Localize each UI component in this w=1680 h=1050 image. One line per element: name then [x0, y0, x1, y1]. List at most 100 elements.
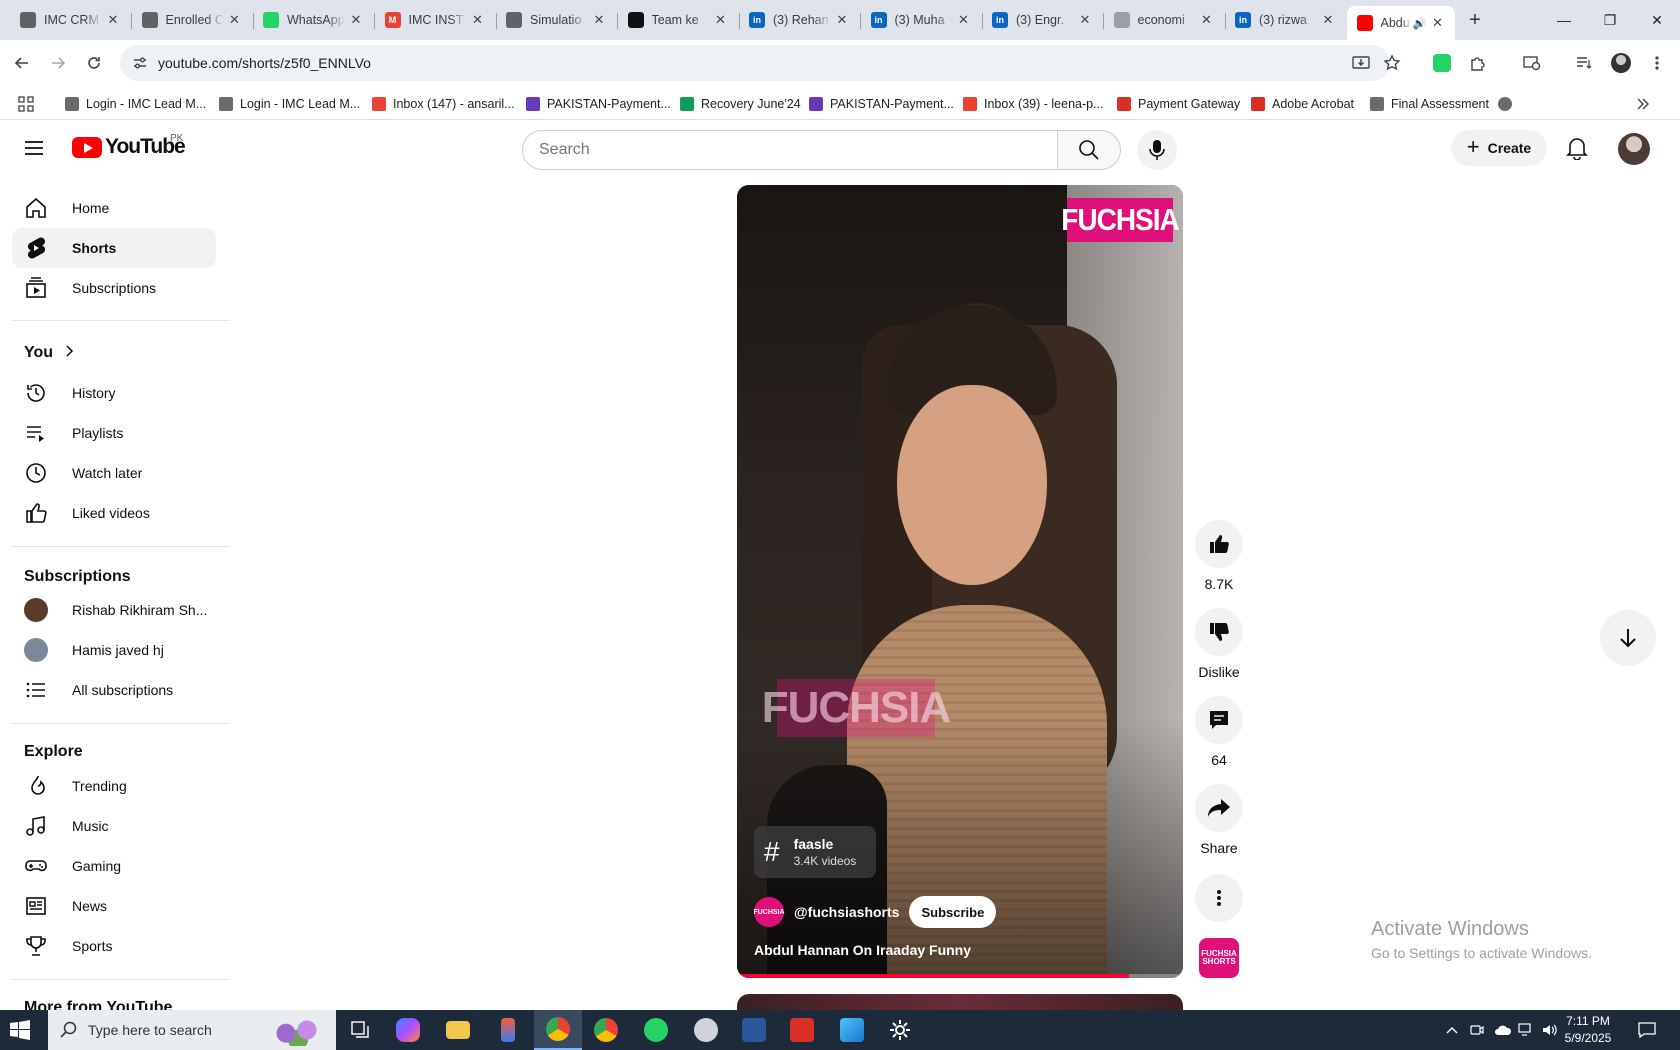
bookmark-item[interactable]: Payment Gateway	[1117, 94, 1240, 114]
media-controls-icon[interactable]	[1518, 49, 1546, 77]
chrome-profile-taskbar-icon[interactable]	[582, 1010, 630, 1050]
close-tab-icon[interactable]: ✕	[957, 12, 971, 28]
sidebar-item[interactable]: Hamis javed hj	[12, 630, 216, 670]
bookmark-item[interactable]: Inbox (39) - leena-p...	[963, 94, 1104, 114]
restore-icon[interactable]: ❐	[1587, 0, 1633, 40]
share-button[interactable]	[1195, 784, 1243, 832]
search-input[interactable]	[522, 130, 1058, 170]
acrobat-taskbar-icon[interactable]	[778, 1010, 826, 1050]
browser-tab[interactable]: M IMC INST ✕	[375, 6, 495, 34]
sidebar-item[interactable]: News	[12, 886, 216, 926]
apps-grid-icon[interactable]	[18, 94, 34, 114]
browser-tab[interactable]: IMC CRM ✕	[10, 6, 130, 34]
extensions-puzzle-icon[interactable]	[1464, 49, 1492, 77]
menu-hamburger-icon[interactable]	[22, 136, 46, 160]
sidebar-item[interactable]: Watch later	[12, 453, 216, 493]
word-taskbar-icon[interactable]	[730, 1010, 778, 1050]
bookmark-item[interactable]: Adobe Acrobat	[1251, 94, 1354, 114]
channel-thumbnail[interactable]: FUCHSIA SHORTS	[1199, 938, 1239, 978]
network-icon[interactable]	[1518, 1010, 1534, 1050]
sidebar-item[interactable]: All subscriptions	[12, 670, 216, 710]
task-view-icon[interactable]	[336, 1010, 384, 1050]
onedrive-cloud-icon[interactable]	[1494, 1010, 1512, 1050]
sidebar-item[interactable]: Rishab Rikhiram Sh...	[12, 590, 216, 630]
copilot-icon[interactable]	[384, 1010, 432, 1050]
install-app-icon[interactable]	[1347, 49, 1375, 77]
channel-handle[interactable]: @fuchsiashorts	[794, 904, 899, 920]
sidebar-item[interactable]: Gaming	[12, 846, 216, 886]
close-tab-icon[interactable]: ✕	[349, 12, 363, 28]
bookmark-item[interactable]: Inbox (147) - ansaril...	[372, 94, 515, 114]
browser-tab[interactable]: in (3) Muha ✕	[861, 6, 981, 34]
subscribe-button[interactable]: Subscribe	[909, 896, 997, 928]
more-options-button[interactable]	[1195, 874, 1243, 922]
close-tab-icon[interactable]: ✕	[471, 12, 485, 28]
short-title[interactable]: Abdul Hannan On Iraaday Funny	[754, 942, 971, 958]
browser-tab[interactable]: economi ✕	[1104, 6, 1224, 34]
pinned-app-icon[interactable]	[484, 1010, 532, 1050]
close-tab-icon[interactable]: ✕	[1321, 12, 1335, 28]
sidebar-item[interactable]: Sports	[12, 926, 216, 966]
bookmark-star-icon[interactable]	[1378, 49, 1406, 77]
close-tab-icon[interactable]: ✕	[1431, 15, 1445, 31]
whatsapp-taskbar-icon[interactable]	[632, 1010, 680, 1050]
dislike-button[interactable]	[1195, 608, 1243, 656]
reading-list-icon[interactable]	[1570, 49, 1598, 77]
sidebar-item[interactable]: Playlists	[12, 413, 216, 453]
close-tab-icon[interactable]: ✕	[714, 12, 728, 28]
bookmark-item[interactable]: Final Assessment	[1370, 94, 1489, 114]
browser-tab[interactable]: in (3) rizwa ✕	[1225, 6, 1345, 34]
bookmark-extra-icon[interactable]	[1498, 94, 1519, 114]
sidebar-item[interactable]: Music	[12, 806, 216, 846]
close-tab-icon[interactable]: ✕	[592, 12, 606, 28]
browser-tab[interactable]: Team ke ✕	[618, 6, 738, 34]
video-progress-bar[interactable]	[737, 974, 1183, 978]
minimize-icon[interactable]: —	[1541, 0, 1587, 40]
browser-tab[interactable]: Abdu 🔊 ✕	[1346, 6, 1455, 40]
sidebar-section-title[interactable]: You	[24, 344, 75, 362]
browser-tab[interactable]: WhatsApp ✕	[253, 6, 373, 34]
close-tab-icon[interactable]: ✕	[1200, 12, 1214, 28]
create-button[interactable]: + Create	[1451, 130, 1547, 166]
sidebar-item[interactable]: Shorts	[12, 228, 216, 268]
audio-playing-icon[interactable]: 🔊	[1413, 17, 1427, 30]
clock-app-taskbar-icon[interactable]	[682, 1010, 730, 1050]
notifications-bell-icon[interactable]	[1561, 132, 1593, 164]
comments-button[interactable]	[1195, 696, 1243, 744]
close-tab-icon[interactable]: ✕	[228, 12, 242, 28]
address-bar[interactable]: youtube.com/shorts/z5f0_ENNLVo	[120, 45, 1390, 81]
new-tab-plus-icon[interactable]: +	[1462, 8, 1488, 34]
file-explorer-icon[interactable]	[434, 1010, 482, 1050]
youtube-logo[interactable]: YouTube PK	[72, 133, 186, 159]
bookmark-item[interactable]: Recovery June'24	[680, 94, 801, 114]
notification-center-icon[interactable]	[1638, 1010, 1656, 1050]
bookmark-item[interactable]: Login - IMC Lead M...	[219, 94, 360, 114]
close-tab-icon[interactable]: ✕	[106, 12, 120, 28]
channel-avatar[interactable]: FUCHSIA	[753, 897, 785, 927]
browser-tab[interactable]: Enrolled C ✕	[132, 6, 252, 34]
close-tab-icon[interactable]: ✕	[835, 12, 849, 28]
meet-now-icon[interactable]	[1470, 1010, 1484, 1050]
sidebar-item[interactable]: Home	[12, 188, 216, 228]
voice-search-button[interactable]	[1137, 130, 1177, 170]
sidebar-item[interactable]: Trending	[12, 766, 216, 806]
site-settings-icon[interactable]	[132, 55, 148, 71]
sidebar-item[interactable]: Liked videos	[12, 493, 216, 533]
bookmark-item[interactable]: PAKISTAN-Payment...	[526, 94, 671, 114]
close-window-icon[interactable]: ✕	[1634, 0, 1680, 40]
sidebar-item[interactable]: History	[12, 373, 216, 413]
taskbar-search-box[interactable]: Type here to search	[48, 1010, 336, 1050]
browser-menu-icon[interactable]	[1643, 49, 1671, 77]
shorts-video-player[interactable]: FUCHSIA FUCHSIA # faasle 3.4K videos FUC…	[737, 185, 1183, 978]
back-arrow-icon[interactable]	[8, 49, 36, 77]
account-avatar[interactable]	[1618, 133, 1650, 165]
browser-tab[interactable]: in (3) Engr. ✕	[982, 6, 1102, 34]
sidebar-item[interactable]: Subscriptions	[12, 268, 216, 308]
system-clock[interactable]: 7:11 PM 5/9/2025	[1548, 1013, 1628, 1047]
settings-gear-icon[interactable]	[876, 1010, 924, 1050]
profile-avatar[interactable]	[1607, 49, 1635, 77]
more-bookmarks-chevron-icon[interactable]	[1636, 94, 1650, 114]
reload-icon[interactable]	[80, 49, 108, 77]
paint-taskbar-icon[interactable]	[828, 1010, 876, 1050]
chrome-taskbar-icon[interactable]	[534, 1010, 582, 1050]
